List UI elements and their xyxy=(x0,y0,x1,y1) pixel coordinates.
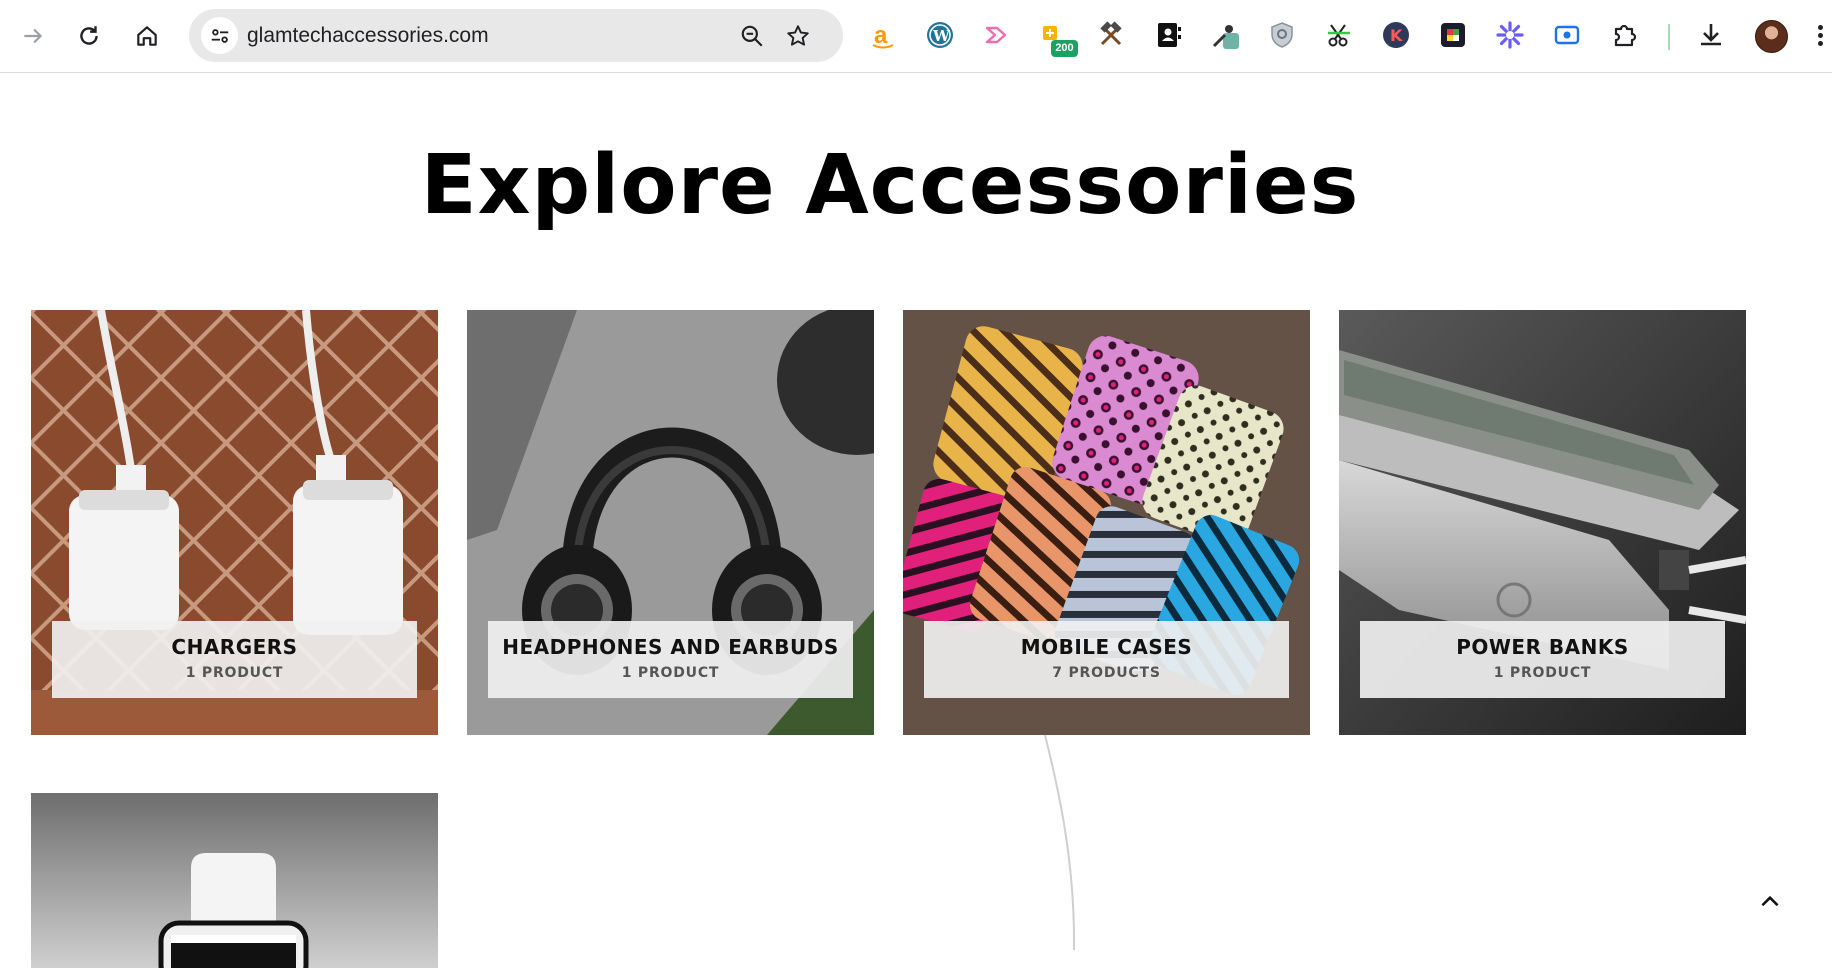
category-label[interactable]: HEADPHONES AND EARBUDS 1 PRODUCT xyxy=(488,621,853,698)
site-info-button[interactable] xyxy=(201,17,238,54)
scissors-extension[interactable] xyxy=(1322,18,1356,52)
browser-toolbar: glamtechaccessories.com a W 200 K xyxy=(0,0,1832,73)
amazon-extension[interactable]: a xyxy=(866,18,900,52)
zoom-out-icon xyxy=(741,25,763,47)
category-label[interactable]: POWER BANKS 1 PRODUCT xyxy=(1360,621,1725,698)
amazon-icon: a xyxy=(872,22,894,49)
play-flow-extension[interactable] xyxy=(980,18,1014,52)
dot-icon xyxy=(1817,41,1823,46)
eyedropper-extension[interactable] xyxy=(1208,18,1242,52)
category-product-count: 1 PRODUCT xyxy=(185,665,284,681)
asterisk-flower-icon xyxy=(1496,21,1524,49)
toolbar-divider xyxy=(1668,24,1670,50)
k-circle-extension[interactable]: K xyxy=(1379,18,1413,52)
svg-text:K: K xyxy=(1390,26,1403,45)
category-card-power-banks[interactable]: POWER BANKS 1 PRODUCT xyxy=(1339,310,1746,735)
category-card-smartwatch[interactable] xyxy=(31,793,438,968)
shield-icon xyxy=(1271,22,1293,48)
extension-badge: 200 xyxy=(1051,40,1078,57)
category-card-mobile-cases[interactable]: MOBILE CASES 7 PRODUCTS xyxy=(903,310,1310,735)
star-icon xyxy=(787,25,809,46)
bookmark-button[interactable] xyxy=(783,21,813,51)
smartwatch-image xyxy=(31,793,438,968)
home-icon xyxy=(137,26,157,46)
reload-button[interactable] xyxy=(68,15,110,57)
zoom-button[interactable] xyxy=(737,21,767,51)
arrow-right-icon xyxy=(24,28,43,44)
chevron-up-icon xyxy=(1761,895,1779,907)
reload-icon xyxy=(80,26,98,45)
address-bar[interactable]: glamtechaccessories.com xyxy=(189,9,843,62)
pointer-trail xyxy=(1044,735,1076,951)
forward-button[interactable] xyxy=(12,15,54,57)
color-tile-icon xyxy=(1441,23,1465,47)
contacts-book-extension[interactable] xyxy=(1151,18,1185,52)
back-to-top-button[interactable] xyxy=(1752,884,1788,920)
category-name[interactable]: HEADPHONES AND EARBUDS xyxy=(488,635,853,659)
url-text[interactable]: glamtechaccessories.com xyxy=(247,24,489,48)
screen-record-extension[interactable] xyxy=(1550,18,1584,52)
browser-menu-button[interactable] xyxy=(1814,22,1826,52)
dot-icon xyxy=(1817,33,1823,38)
hammer-tools-extension[interactable] xyxy=(1094,18,1128,52)
eyedropper-icon xyxy=(1212,25,1239,49)
category-card-headphones[interactable]: HEADPHONES AND EARBUDS 1 PRODUCT xyxy=(467,310,874,735)
tune-icon xyxy=(211,28,228,43)
k-circle-icon: K xyxy=(1383,22,1409,48)
category-name[interactable]: POWER BANKS xyxy=(1360,635,1725,659)
home-button[interactable] xyxy=(126,15,168,57)
category-name[interactable]: MOBILE CASES xyxy=(924,635,1289,659)
shield-extension[interactable] xyxy=(1265,18,1299,52)
category-product-count: 7 PRODUCTS xyxy=(1052,665,1161,681)
category-card-chargers[interactable]: CHARGERS 1 PRODUCT xyxy=(31,310,438,735)
category-label[interactable]: MOBILE CASES 7 PRODUCTS xyxy=(924,621,1289,698)
download-icon xyxy=(1701,24,1721,46)
category-label[interactable]: CHARGERS 1 PRODUCT xyxy=(52,621,417,698)
screen-record-icon xyxy=(1554,25,1580,45)
extensions-menu-button[interactable] xyxy=(1607,18,1641,52)
contacts-book-icon xyxy=(1158,23,1181,47)
profile-avatar[interactable] xyxy=(1755,20,1788,53)
wordpress-extension[interactable]: W xyxy=(923,18,957,52)
scissors-icon xyxy=(1328,24,1350,47)
svg-text:a: a xyxy=(874,22,888,49)
play-flow-icon xyxy=(985,26,1007,44)
category-product-count: 1 PRODUCT xyxy=(621,665,720,681)
dot-icon xyxy=(1817,25,1823,30)
color-tile-extension[interactable] xyxy=(1436,18,1470,52)
page-title: Explore Accessories xyxy=(420,138,1360,233)
asterisk-flower-extension[interactable] xyxy=(1493,18,1527,52)
extensions-puzzle-icon xyxy=(1614,24,1637,47)
downloads-button[interactable] xyxy=(1694,18,1728,52)
svg-text:W: W xyxy=(932,27,951,45)
category-product-count: 1 PRODUCT xyxy=(1493,665,1592,681)
wordpress-icon: W xyxy=(927,22,953,48)
hammer-tools-icon xyxy=(1100,21,1122,46)
category-name[interactable]: CHARGERS xyxy=(52,635,417,659)
